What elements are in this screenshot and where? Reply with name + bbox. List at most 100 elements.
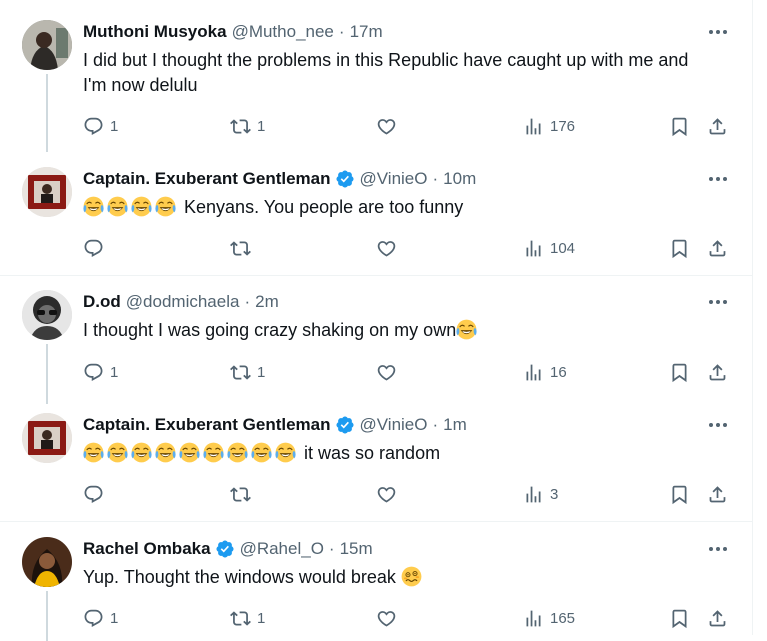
avatar[interactable] xyxy=(22,290,72,340)
avatar[interactable] xyxy=(22,20,72,70)
like-button[interactable] xyxy=(376,233,403,263)
bookmark-button[interactable] xyxy=(669,111,690,141)
avatar[interactable] xyxy=(22,537,72,587)
reply-button[interactable] xyxy=(83,479,110,509)
more-options-icon[interactable] xyxy=(705,415,731,435)
reply-count: 1 xyxy=(110,609,119,627)
reply-count: 1 xyxy=(110,117,119,135)
retweet-button[interactable]: 1 xyxy=(230,357,265,387)
bookmark-button[interactable] xyxy=(669,233,690,263)
tweet-header: Captain. Exuberant Gentleman @VinieO · 1… xyxy=(83,413,467,437)
author-name[interactable]: Captain. Exuberant Gentleman xyxy=(83,415,331,435)
author-handle[interactable]: @VinieO xyxy=(360,415,428,435)
bookmark-button[interactable] xyxy=(669,357,690,387)
retweet-icon xyxy=(230,238,251,259)
views-chart-icon xyxy=(523,362,544,383)
like-button[interactable] xyxy=(376,479,403,509)
tweet-header: D.od @dodmichaela · 2m xyxy=(83,290,279,314)
views-button[interactable]: 3 xyxy=(523,479,558,509)
tears-of-joy-emoji-icon xyxy=(275,442,296,463)
more-options-icon[interactable] xyxy=(705,292,731,312)
more-options-icon[interactable] xyxy=(705,169,731,189)
avatar[interactable] xyxy=(22,413,72,463)
timestamp[interactable]: 1m xyxy=(443,415,467,435)
tweet[interactable]: Captain. Exuberant Gentleman @VinieO · 1… xyxy=(0,155,752,273)
reply-button[interactable]: 1 xyxy=(83,357,118,387)
more-options-icon[interactable] xyxy=(705,22,731,42)
like-button[interactable] xyxy=(376,111,403,141)
tweet-header: Muthoni Musyoka @Mutho_nee · 17m xyxy=(83,20,383,44)
views-count: 104 xyxy=(550,239,576,257)
share-button[interactable] xyxy=(707,233,728,263)
retweet-button[interactable] xyxy=(230,233,257,263)
timestamp[interactable]: 10m xyxy=(443,169,476,189)
retweet-button[interactable]: 1 xyxy=(230,111,265,141)
bookmark-button[interactable] xyxy=(669,479,690,509)
tears-of-joy-emoji-icon xyxy=(83,196,104,217)
share-icon xyxy=(707,362,728,383)
share-button[interactable] xyxy=(707,111,728,141)
views-count: 176 xyxy=(550,117,576,135)
like-button[interactable] xyxy=(376,357,403,387)
tweet[interactable]: D.od @dodmichaela · 2m I thought I was g… xyxy=(0,278,752,404)
author-handle[interactable]: @VinieO xyxy=(360,169,428,189)
views-chart-icon xyxy=(523,238,544,259)
views-button[interactable]: 104 xyxy=(523,233,575,263)
separator-dot: · xyxy=(328,539,335,558)
verified-badge-icon xyxy=(215,539,235,559)
bookmark-button[interactable] xyxy=(669,603,690,633)
reply-button[interactable]: 1 xyxy=(83,603,118,633)
separator-dot: · xyxy=(244,292,251,311)
bookmark-icon xyxy=(669,484,690,505)
tears-of-joy-emoji-icon xyxy=(251,442,272,463)
tweet-header: Captain. Exuberant Gentleman @VinieO · 1… xyxy=(83,167,476,191)
share-icon xyxy=(707,484,728,505)
share-button[interactable] xyxy=(707,603,728,633)
heart-icon xyxy=(376,116,397,137)
views-button[interactable]: 176 xyxy=(523,111,575,141)
bookmark-icon xyxy=(669,116,690,137)
timestamp[interactable]: 15m xyxy=(340,539,373,559)
views-chart-icon xyxy=(523,116,544,137)
author-name[interactable]: Muthoni Musyoka xyxy=(83,22,227,42)
share-button[interactable] xyxy=(707,479,728,509)
author-name[interactable]: Captain. Exuberant Gentleman xyxy=(83,169,331,189)
tears-of-joy-emoji-icon xyxy=(179,442,200,463)
author-handle[interactable]: @Mutho_nee xyxy=(232,22,334,42)
views-chart-icon xyxy=(523,608,544,629)
share-icon xyxy=(707,238,728,259)
like-button[interactable] xyxy=(376,603,403,633)
reply-icon xyxy=(83,238,104,259)
tears-of-joy-emoji-icon xyxy=(107,196,128,217)
author-name[interactable]: D.od xyxy=(83,292,121,312)
reply-button[interactable]: 1 xyxy=(83,111,118,141)
bookmark-icon xyxy=(669,362,690,383)
views-button[interactable]: 16 xyxy=(523,357,567,387)
tweet[interactable]: Rachel Ombaka @Rahel_O · 15m Yup. Though… xyxy=(0,525,752,641)
tweet-text-content: I thought I was going crazy shaking on m… xyxy=(83,320,457,340)
share-button[interactable] xyxy=(707,357,728,387)
avatar[interactable] xyxy=(22,167,72,217)
retweet-button[interactable] xyxy=(230,479,257,509)
author-name[interactable]: Rachel Ombaka xyxy=(83,539,211,559)
separator-dot: · xyxy=(432,169,439,188)
tweet-actions: 1 1 165 xyxy=(83,603,743,633)
tears-of-joy-emoji-icon xyxy=(107,442,128,463)
reply-button[interactable] xyxy=(83,233,110,263)
tweet-actions: 3 xyxy=(83,479,743,509)
tweet-text: Kenyans. You people are too funny xyxy=(83,195,713,220)
author-handle[interactable]: @dodmichaela xyxy=(126,292,240,312)
tweet[interactable]: Captain. Exuberant Gentleman @VinieO · 1… xyxy=(0,401,752,519)
heart-icon xyxy=(376,608,397,629)
timestamp[interactable]: 17m xyxy=(350,22,383,42)
bookmark-icon xyxy=(669,238,690,259)
views-button[interactable]: 165 xyxy=(523,603,575,633)
timestamp[interactable]: 2m xyxy=(255,292,279,312)
separator-dot: · xyxy=(432,415,439,434)
retweet-button[interactable]: 1 xyxy=(230,603,265,633)
author-handle[interactable]: @Rahel_O xyxy=(240,539,324,559)
divider xyxy=(0,521,752,522)
verified-badge-icon xyxy=(335,415,355,435)
more-options-icon[interactable] xyxy=(705,539,731,559)
tweet[interactable]: Muthoni Musyoka @Mutho_nee · 17m I did b… xyxy=(0,8,752,152)
